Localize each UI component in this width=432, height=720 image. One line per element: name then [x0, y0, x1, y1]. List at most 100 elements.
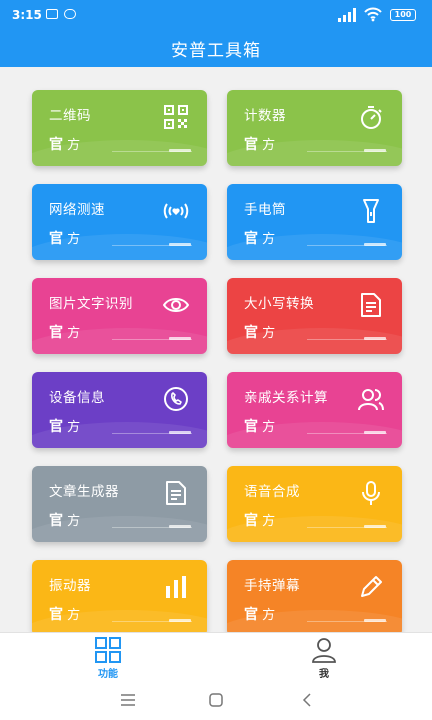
tool-card[interactable]: 亲戚关系计算官 方 [227, 372, 402, 448]
card-divider [307, 621, 387, 622]
tool-tag-bold: 官 [49, 419, 63, 435]
tool-tag-rest: 方 [67, 232, 81, 247]
person-icon [312, 638, 336, 663]
tool-tag: 官 方 [49, 604, 80, 624]
tool-tag: 官 方 [244, 322, 275, 342]
tool-tag-rest: 方 [67, 138, 81, 153]
menu-icon[interactable] [118, 691, 138, 709]
system-nav-bar [0, 680, 432, 720]
card-accent [364, 337, 386, 340]
tool-tag-bold: 官 [49, 607, 63, 623]
card-divider [307, 339, 387, 340]
tool-tag-bold: 官 [244, 513, 258, 529]
users-icon [358, 389, 384, 411]
tool-card[interactable]: 手持弹幕官 方 [227, 560, 402, 636]
tool-tag-rest: 方 [262, 326, 276, 341]
tool-tag: 官 方 [244, 228, 275, 248]
tool-tag-bold: 官 [244, 419, 258, 435]
tool-name: 计数器 [244, 108, 286, 124]
tool-tag: 官 方 [244, 510, 275, 530]
card-divider [307, 245, 387, 246]
tool-card[interactable]: 网络测速官 方 [32, 184, 207, 260]
tool-tag-rest: 方 [262, 232, 276, 247]
tool-card[interactable]: 大小写转换官 方 [227, 278, 402, 354]
eye-icon [163, 298, 189, 312]
tool-tag-rest: 方 [262, 420, 276, 435]
tool-tag: 官 方 [49, 322, 80, 342]
tool-tag: 官 方 [244, 416, 275, 436]
card-accent [169, 431, 191, 434]
card-accent [169, 337, 191, 340]
nav-item-features[interactable]: 功能 [78, 637, 138, 680]
microphone-icon [362, 481, 380, 505]
tool-card[interactable]: 振动器官 方 [32, 560, 207, 636]
card-accent [169, 149, 191, 152]
tool-card[interactable]: 图片文字识别官 方 [32, 278, 207, 354]
tool-tag-bold: 官 [49, 137, 63, 153]
grid-icon [95, 637, 121, 663]
tool-card[interactable]: 设备信息官 方 [32, 372, 207, 448]
tool-grid: 二维码官 方计数器官 方网络测速官 方手电筒官 方图片文字识别官 方大小写转换官… [0, 0, 432, 720]
document-icon [361, 293, 381, 317]
nav-label-features: 功能 [98, 669, 118, 680]
tool-tag-rest: 方 [67, 514, 81, 529]
tool-tag-bold: 官 [49, 325, 63, 341]
back-icon[interactable] [297, 691, 317, 709]
bottom-nav: 功能 我 [0, 632, 432, 681]
card-accent [364, 619, 386, 622]
card-accent [169, 619, 191, 622]
stopwatch-icon [361, 106, 382, 129]
qr-code-icon [164, 105, 188, 129]
tool-name: 振动器 [49, 578, 91, 594]
tool-tag-bold: 官 [49, 513, 63, 529]
flashlight-icon [363, 199, 379, 223]
tool-tag: 官 方 [49, 510, 80, 530]
tool-tag-bold: 官 [49, 231, 63, 247]
card-divider [112, 245, 192, 246]
card-divider [112, 621, 192, 622]
home-icon[interactable] [206, 691, 226, 709]
card-accent [169, 243, 191, 246]
card-accent [364, 525, 386, 528]
tool-tag-bold: 官 [244, 231, 258, 247]
card-accent [169, 525, 191, 528]
nav-label-me: 我 [319, 669, 329, 680]
tool-card[interactable]: 手电筒官 方 [227, 184, 402, 260]
network-signal-icon [163, 203, 189, 219]
card-divider [307, 151, 387, 152]
card-accent [364, 243, 386, 246]
tool-tag-rest: 方 [67, 420, 81, 435]
card-divider [307, 433, 387, 434]
tool-tag: 官 方 [49, 228, 80, 248]
tool-name: 亲戚关系计算 [244, 390, 328, 406]
tool-tag: 官 方 [244, 134, 275, 154]
phone-call-icon [164, 387, 188, 411]
tool-name: 二维码 [49, 108, 91, 124]
card-divider [112, 339, 192, 340]
tool-card[interactable]: 语音合成官 方 [227, 466, 402, 542]
tool-tag-rest: 方 [262, 514, 276, 529]
pencil-icon [361, 576, 382, 597]
tool-tag-rest: 方 [67, 326, 81, 341]
nav-item-me[interactable]: 我 [294, 637, 354, 680]
tool-name: 手持弹幕 [244, 578, 300, 594]
bar-chart-icon [166, 576, 186, 598]
card-divider [112, 151, 192, 152]
tool-card[interactable]: 二维码官 方 [32, 90, 207, 166]
tool-tag-rest: 方 [262, 608, 276, 623]
tool-name: 图片文字识别 [49, 296, 133, 312]
article-icon [166, 481, 186, 505]
tool-card[interactable]: 计数器官 方 [227, 90, 402, 166]
tool-card[interactable]: 文章生成器官 方 [32, 466, 207, 542]
tool-tag: 官 方 [49, 416, 80, 436]
card-divider [112, 433, 192, 434]
tool-name: 大小写转换 [244, 296, 314, 312]
tool-tag-bold: 官 [244, 137, 258, 153]
tool-name: 网络测速 [49, 202, 105, 218]
card-accent [364, 431, 386, 434]
card-divider [307, 527, 387, 528]
tool-name: 设备信息 [49, 390, 105, 406]
tool-name: 手电筒 [244, 202, 286, 218]
card-accent [364, 149, 386, 152]
tool-tag: 官 方 [49, 134, 80, 154]
